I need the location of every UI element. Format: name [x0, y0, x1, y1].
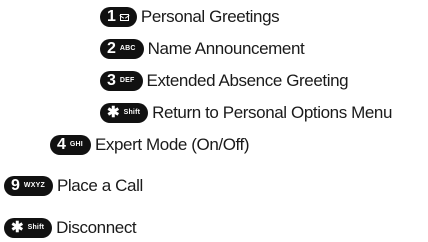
menu-item-label: Extended Absence Greeting — [146, 71, 349, 90]
key-2-button: 2 ABC — [100, 39, 144, 59]
key-4-button: 4 GHI — [50, 135, 91, 155]
menu-item-name-announcement: 2 ABC Name Announcement — [100, 38, 305, 60]
key-star-button: ✱ Shift — [100, 103, 149, 123]
star-icon: ✱ — [11, 219, 24, 236]
menu-item-disconnect: ✱ Shift Disconnect — [4, 217, 137, 239]
menu-item-label: Disconnect — [56, 218, 137, 237]
star-icon: ✱ — [107, 104, 120, 121]
key-3-button: 3 DEF — [100, 71, 143, 91]
key-star-button: ✱ Shift — [4, 218, 53, 238]
menu-item-place-a-call: 9 WXYZ Place a Call — [4, 175, 143, 197]
menu-item-personal-greetings: 1 Personal Greetings — [100, 6, 280, 28]
menu-item-label: Place a Call — [56, 176, 143, 195]
menu-item-label: Name Announcement — [147, 39, 305, 58]
menu-item-label: Personal Greetings — [140, 7, 280, 26]
menu-item-expert-mode: 4 GHI Expert Mode (On/Off) — [50, 134, 250, 156]
menu-item-return-to-personal-options: ✱ Shift Return to Personal Options Menu — [100, 102, 392, 124]
envelope-icon — [119, 13, 129, 21]
menu-item-label: Expert Mode (On/Off) — [94, 135, 250, 154]
key-1-button: 1 — [100, 7, 137, 27]
key-9-button: 9 WXYZ — [4, 176, 53, 196]
menu-item-label: Return to Personal Options Menu — [152, 103, 393, 122]
menu-item-extended-absence-greeting: 3 DEF Extended Absence Greeting — [100, 70, 349, 92]
